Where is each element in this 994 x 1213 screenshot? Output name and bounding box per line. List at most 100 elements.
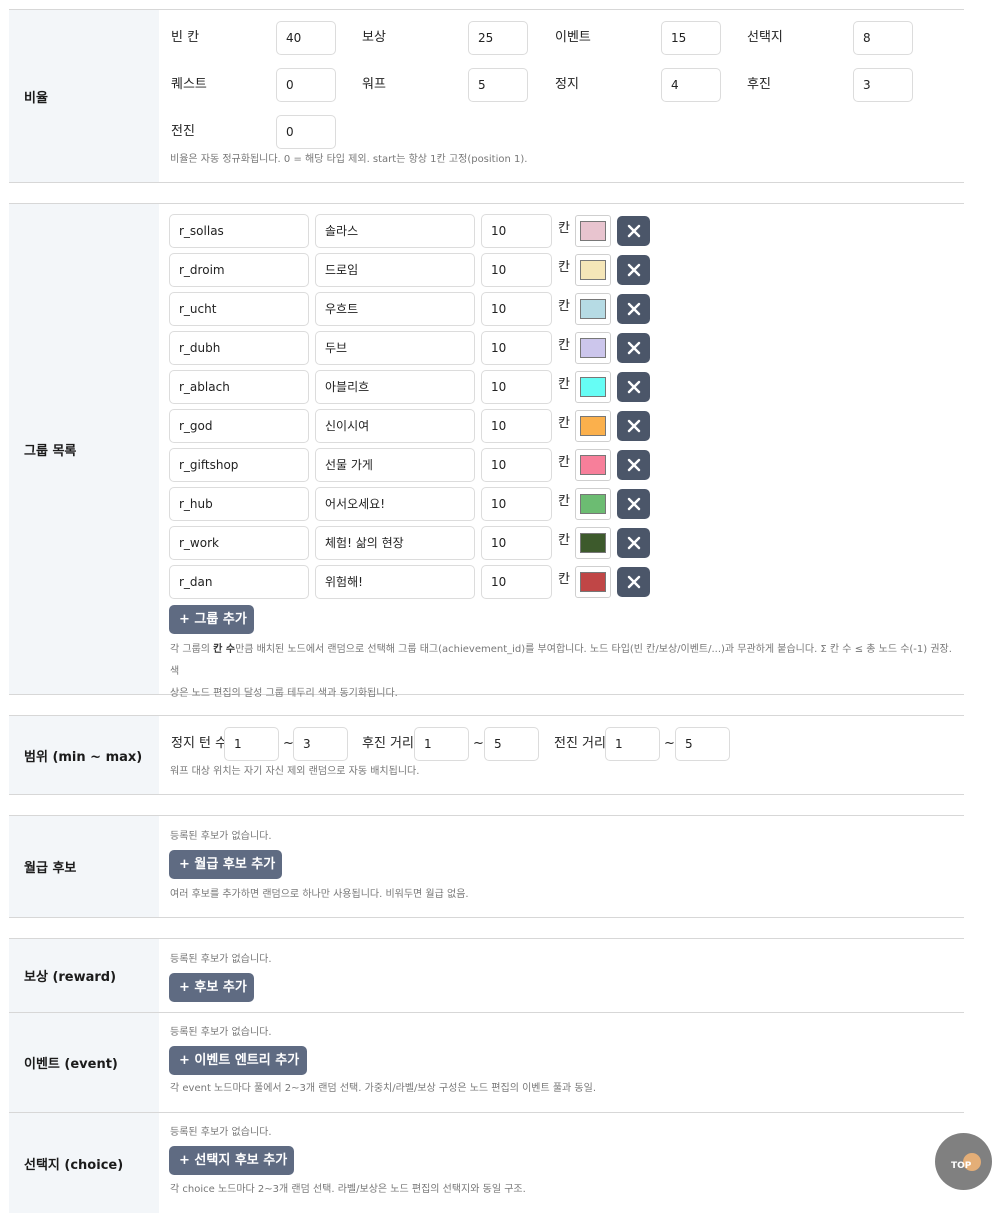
range-max-input[interactable]: 5 <box>675 727 730 761</box>
ratio-field-input[interactable]: 3 <box>853 68 913 102</box>
group-count-input[interactable]: 10 <box>481 370 552 404</box>
group-name-input[interactable]: 위험해! <box>315 565 475 599</box>
group-count-input[interactable]: 10 <box>481 253 552 287</box>
group-color-picker[interactable] <box>575 527 611 559</box>
close-icon <box>627 380 640 394</box>
remove-group-button[interactable] <box>617 294 650 324</box>
group-name-input[interactable]: 아블리흐 <box>315 370 475 404</box>
group-name-input[interactable]: 두브 <box>315 331 475 365</box>
group-id-input[interactable]: r_dan <box>169 565 309 599</box>
ratio-label: 비율 <box>9 10 159 182</box>
add-choice-button[interactable]: + 선택지 후보 추가 <box>169 1146 294 1175</box>
group-count-input[interactable]: 10 <box>481 409 552 443</box>
group-count-input[interactable]: 10 <box>481 448 552 482</box>
group-name-input[interactable]: 어서오세요! <box>315 487 475 521</box>
close-icon <box>627 263 640 277</box>
ratio-content: 빈 칸 40 보상 25 이벤트 15 선택지 8 퀘스트 0 워프 5 정지 4 후진 3 전진 0 비율은 자… <box>159 10 964 182</box>
ratio-field-label: 보상 <box>362 30 386 45</box>
group-color-picker[interactable] <box>575 488 611 520</box>
group-name-input[interactable]: 체험! 삶의 현장 <box>315 526 475 560</box>
ratio-field-input[interactable]: 4 <box>661 68 721 102</box>
groups-content: r_sollas 솔라스 10 칸 r_droim 드로임 10 칸 r_ucht 우흐트 10 칸 r… <box>159 204 964 699</box>
add-reward-button[interactable]: + 후보 추가 <box>169 973 254 1002</box>
groups-help-pre: 각 그룹의 <box>170 644 214 655</box>
event-label: 이벤트 (event) <box>9 1013 159 1112</box>
group-count-input[interactable]: 10 <box>481 565 552 599</box>
ratio-field-input[interactable]: 0 <box>276 115 336 149</box>
range-section: 범위 (min ~ max) 정지 턴 수 1 ~3 후진 거리 1 ~5 전진 거리 1 ~5… <box>9 715 964 795</box>
group-count-input[interactable]: 10 <box>481 214 552 248</box>
group-id-input[interactable]: r_ucht <box>169 292 309 326</box>
group-name-input[interactable]: 선물 가게 <box>315 448 475 482</box>
ratio-field-input[interactable]: 25 <box>468 21 528 55</box>
top-button-label: TOP <box>951 1161 972 1171</box>
remove-group-button[interactable] <box>617 411 650 441</box>
groups-help: 각 그룹의 칸 수만큼 배치된 노드에서 랜덤으로 선택해 그룹 태그(achi… <box>170 639 960 705</box>
group-name-input[interactable]: 솔라스 <box>315 214 475 248</box>
ratio-field-input[interactable]: 0 <box>276 68 336 102</box>
group-count-input[interactable]: 10 <box>481 487 552 521</box>
ratio-field-input[interactable]: 40 <box>276 21 336 55</box>
group-color-picker[interactable] <box>575 215 611 247</box>
remove-group-button[interactable] <box>617 372 650 402</box>
range-min-input[interactable]: 1 <box>414 727 469 761</box>
groups-help-line2: 상은 노드 편집의 달성 그룹 테두리 색과 동기화됩니다. <box>170 688 398 699</box>
ratio-field-input[interactable]: 5 <box>468 68 528 102</box>
group-id-input[interactable]: r_giftshop <box>169 448 309 482</box>
add-group-button[interactable]: + 그룹 추가 <box>169 605 254 634</box>
remove-group-button[interactable] <box>617 450 650 480</box>
add-salary-button[interactable]: + 월급 후보 추가 <box>169 850 282 879</box>
ratio-field-label: 이벤트 <box>555 30 591 45</box>
remove-group-button[interactable] <box>617 216 650 246</box>
ratio-field-label: 퀘스트 <box>171 77 207 92</box>
group-color-picker[interactable] <box>575 566 611 598</box>
group-unit-label: 칸 <box>558 572 570 587</box>
group-id-input[interactable]: r_hub <box>169 487 309 521</box>
group-color-picker[interactable] <box>575 410 611 442</box>
group-name-input[interactable]: 우흐트 <box>315 292 475 326</box>
ratio-field-input[interactable]: 15 <box>661 21 721 55</box>
group-unit-label: 칸 <box>558 455 570 470</box>
range-max-input[interactable]: 5 <box>484 727 539 761</box>
remove-group-button[interactable] <box>617 255 650 285</box>
choice-label: 선택지 (choice) <box>9 1113 159 1213</box>
group-color-picker[interactable] <box>575 371 611 403</box>
close-icon <box>627 536 640 550</box>
remove-group-button[interactable] <box>617 567 650 597</box>
remove-group-button[interactable] <box>617 528 650 558</box>
range-label: 범위 (min ~ max) <box>9 716 159 794</box>
salary-content: 등록된 후보가 없습니다. + 월급 후보 추가 여러 후보를 추가하면 랜덤으… <box>159 816 964 917</box>
choice-empty: 등록된 후보가 없습니다. <box>170 1127 272 1138</box>
group-color-picker[interactable] <box>575 449 611 481</box>
group-color-picker[interactable] <box>575 254 611 286</box>
group-color-swatch <box>580 299 606 319</box>
group-name-input[interactable]: 드로임 <box>315 253 475 287</box>
group-count-input[interactable]: 10 <box>481 526 552 560</box>
range-min-input[interactable]: 1 <box>224 727 279 761</box>
group-id-input[interactable]: r_droim <box>169 253 309 287</box>
ratio-field-label: 워프 <box>362 77 386 92</box>
group-id-input[interactable]: r_god <box>169 409 309 443</box>
group-id-input[interactable]: r_ablach <box>169 370 309 404</box>
close-icon <box>627 302 640 316</box>
remove-group-button[interactable] <box>617 333 650 363</box>
group-name-input[interactable]: 신이시여 <box>315 409 475 443</box>
salary-empty: 등록된 후보가 없습니다. <box>170 831 272 842</box>
ratio-field-input[interactable]: 8 <box>853 21 913 55</box>
group-count-input[interactable]: 10 <box>481 292 552 326</box>
group-id-input[interactable]: r_work <box>169 526 309 560</box>
range-min-input[interactable]: 1 <box>605 727 660 761</box>
group-color-swatch <box>580 260 606 280</box>
remove-group-button[interactable] <box>617 489 650 519</box>
scroll-top-button[interactable]: TOP <box>935 1133 992 1190</box>
close-icon <box>627 224 640 238</box>
group-color-picker[interactable] <box>575 293 611 325</box>
ratio-field-label: 정지 <box>555 77 579 92</box>
group-id-input[interactable]: r_sollas <box>169 214 309 248</box>
group-count-input[interactable]: 10 <box>481 331 552 365</box>
range-max-input[interactable]: 3 <box>293 727 348 761</box>
ratio-field-label: 빈 칸 <box>171 30 200 45</box>
group-id-input[interactable]: r_dubh <box>169 331 309 365</box>
group-color-picker[interactable] <box>575 332 611 364</box>
add-event-button[interactable]: + 이벤트 엔트리 추가 <box>169 1046 307 1075</box>
